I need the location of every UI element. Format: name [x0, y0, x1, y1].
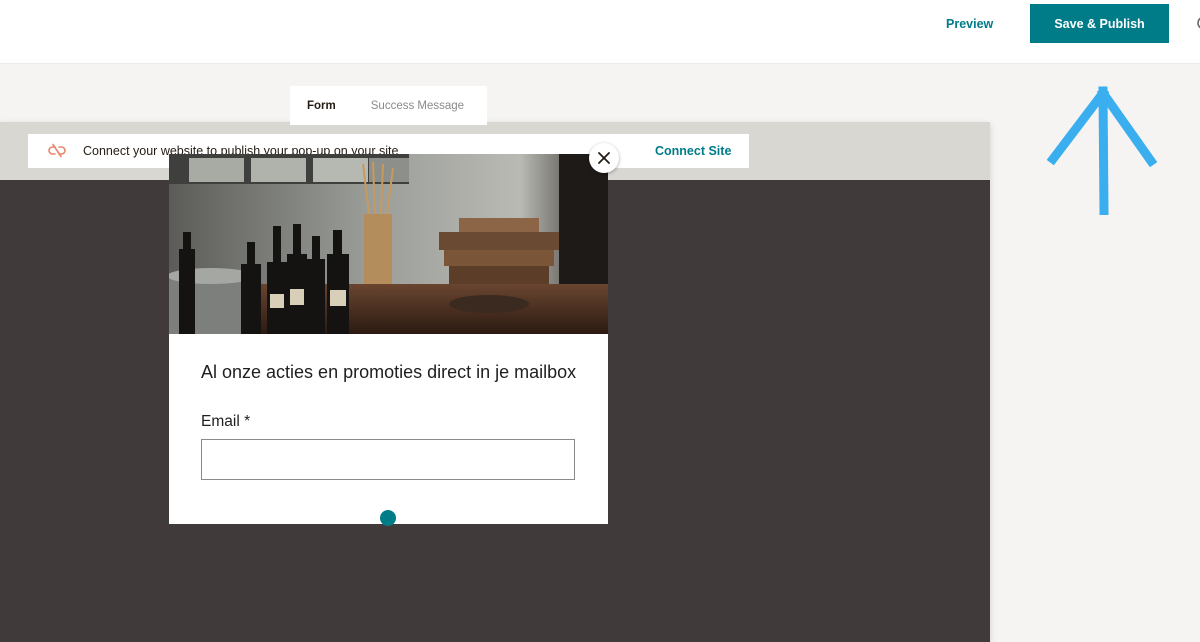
wine-shop-photo — [169, 154, 608, 334]
tab-success-message[interactable]: Success Message — [371, 99, 464, 113]
help-icon[interactable] — [1194, 12, 1200, 34]
close-icon — [598, 152, 610, 164]
popup-close-button[interactable] — [589, 143, 619, 173]
tab-form[interactable]: Form — [307, 99, 336, 113]
unlink-icon — [48, 143, 66, 158]
save-publish-button[interactable]: Save & Publish — [1030, 4, 1169, 43]
email-field[interactable] — [201, 439, 575, 480]
arrow-up-annotation-icon — [1046, 86, 1158, 215]
popup-view-tabs: Form Success Message — [290, 86, 487, 125]
email-label: Email * — [201, 413, 251, 430]
popup-form: Al onze acties en promoties direct in je… — [169, 154, 608, 524]
popup-heading: Al onze acties en promoties direct in je… — [201, 362, 577, 382]
top-toolbar: Preview Save & Publish — [0, 0, 1200, 64]
form-indicator-dot — [380, 510, 396, 526]
popup-hero-image — [169, 154, 608, 334]
preview-link[interactable]: Preview — [946, 16, 993, 32]
connect-site-link[interactable]: Connect Site — [655, 144, 731, 158]
